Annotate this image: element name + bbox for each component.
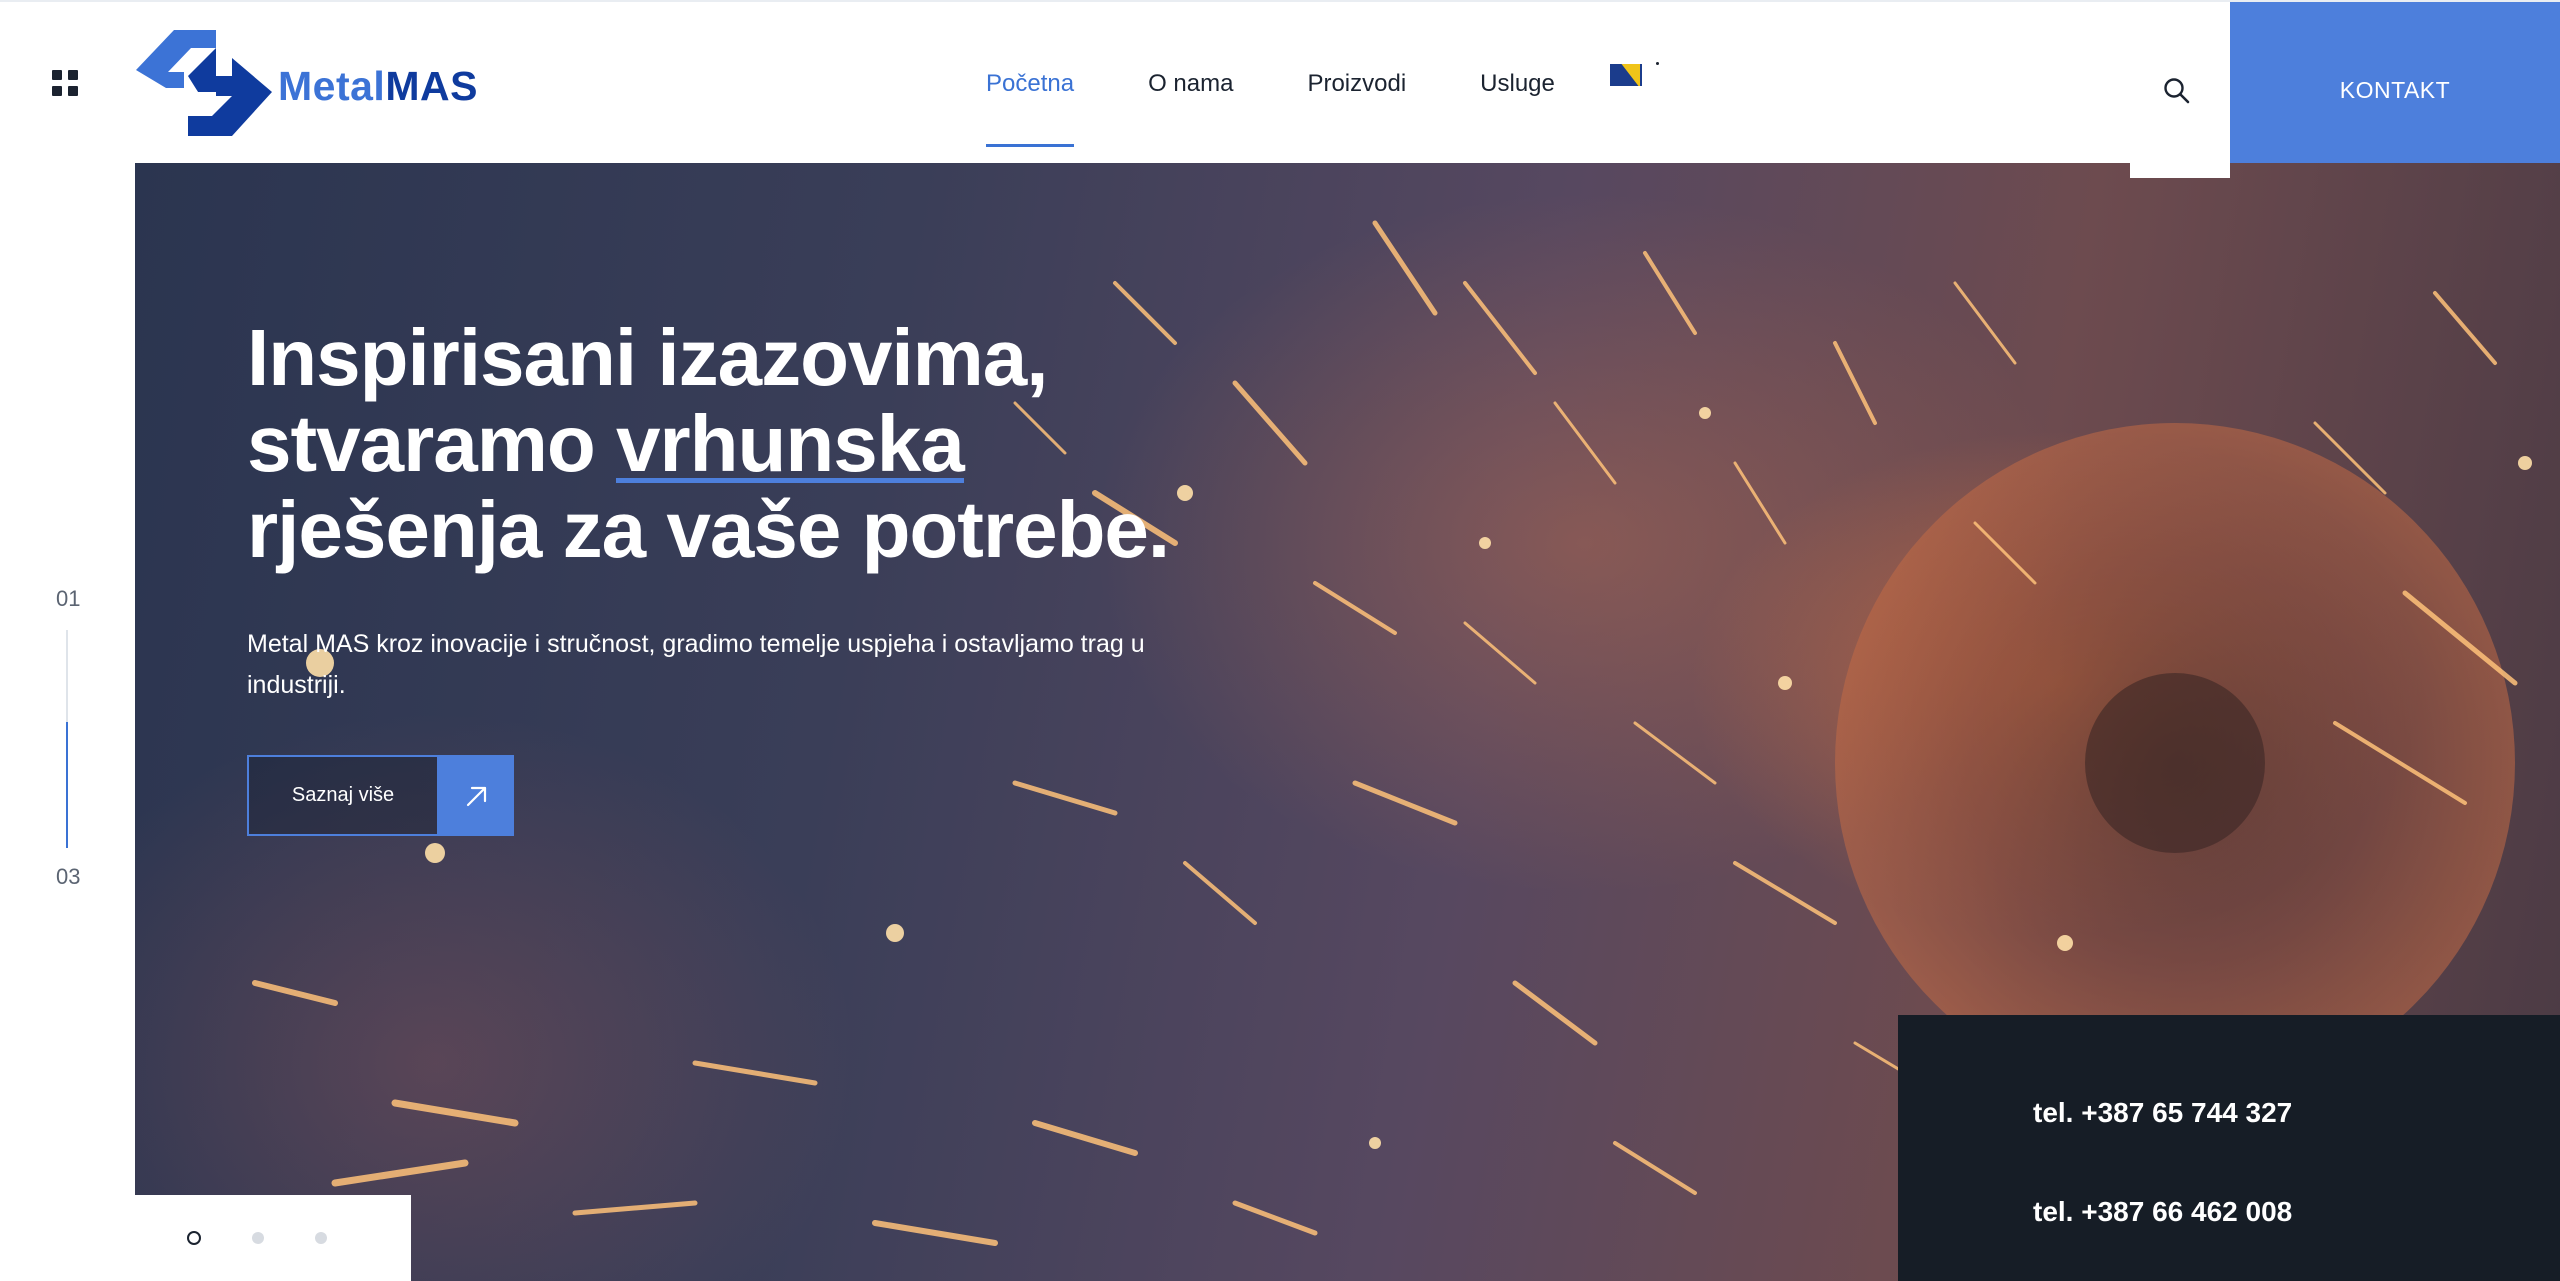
- top-border: [0, 0, 2560, 2]
- search-icon[interactable]: [2162, 76, 2192, 106]
- logo-word-mas: MAS: [385, 62, 478, 109]
- slide-progress-track: [66, 630, 68, 848]
- hero-title-line-2: stvaramo vrhunska: [247, 401, 1247, 487]
- nav-item-o-nama[interactable]: O nama: [1148, 58, 1233, 148]
- phone-link-2[interactable]: tel. +387 66 462 008: [2033, 1196, 2292, 1228]
- logo[interactable]: MetalMAS: [136, 30, 478, 136]
- main-nav: Početna O nama Proizvodi Usluge: [986, 58, 1629, 148]
- learn-more-button[interactable]: Saznaj više: [247, 755, 514, 836]
- logo-word-metal: Metal: [278, 62, 386, 109]
- contact-panel: tel. +387 65 744 327 tel. +387 66 462 00…: [1898, 1015, 2560, 1281]
- slider-dot-1[interactable]: [187, 1231, 201, 1245]
- slider-dot-2[interactable]: [252, 1232, 264, 1244]
- learn-more-label[interactable]: Saznaj više: [247, 755, 439, 836]
- hero-title-word: stvaramo: [247, 399, 596, 488]
- bosnia-flag-icon[interactable]: [1610, 64, 1642, 86]
- nav-item-proizvodi[interactable]: Proizvodi: [1307, 58, 1406, 148]
- language-dropdown-indicator[interactable]: [1656, 62, 1659, 65]
- hero-title-line-3: rješenja za vaše potrebe.: [247, 485, 1170, 574]
- nav-item-usluge[interactable]: Usluge: [1480, 58, 1555, 148]
- metalmas-logo-icon: [136, 30, 272, 136]
- menu-grid-icon[interactable]: [52, 70, 78, 96]
- slider-dots: [135, 1195, 411, 1281]
- slide-counter-total: 03: [56, 864, 81, 889]
- contact-button[interactable]: KONTAKT: [2230, 2, 2560, 178]
- slide-counter-current: 01: [56, 586, 81, 611]
- logo-wordmark: MetalMAS: [278, 63, 478, 110]
- nav-item-pocetna[interactable]: Početna: [986, 58, 1075, 148]
- slider-dot-3[interactable]: [315, 1232, 327, 1244]
- hero-title-line-1: Inspirisani izazovima,: [247, 313, 1049, 402]
- hero-title: Inspirisani izazovima, stvaramo vrhunska…: [247, 315, 1247, 573]
- hero-title-highlight: vrhunska: [615, 399, 965, 488]
- hero-description: Metal MAS kroz inovacije i stručnost, gr…: [247, 630, 1145, 699]
- phone-link-1[interactable]: tel. +387 65 744 327: [2033, 1097, 2292, 1129]
- slide-progress-fill: [66, 721, 68, 848]
- header-notch: [2130, 163, 2230, 178]
- arrow-up-right-icon[interactable]: [439, 755, 514, 836]
